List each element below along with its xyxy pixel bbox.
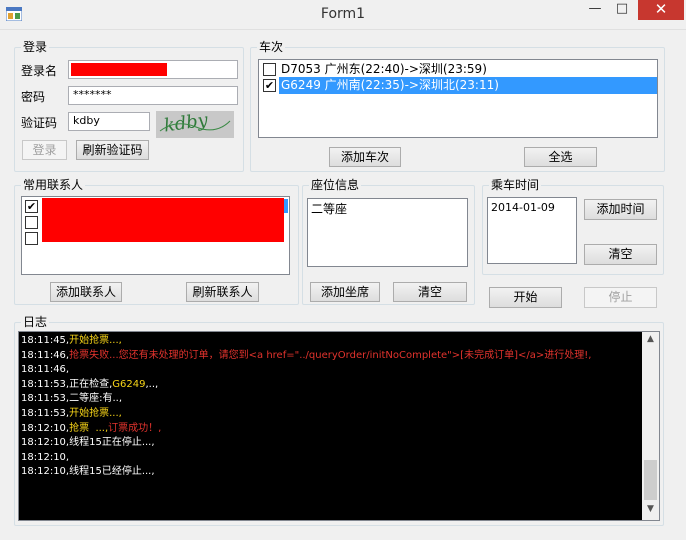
- contacts-group-title: 常用联系人: [21, 177, 86, 193]
- seat-item[interactable]: 二等座: [311, 201, 347, 217]
- refresh-contacts-button[interactable]: 刷新联系人: [186, 282, 259, 302]
- clear-seat-button[interactable]: 清空: [393, 282, 467, 302]
- clear-time-button[interactable]: 清空: [584, 244, 657, 265]
- username-label: 登录名: [21, 64, 58, 78]
- log-segment: 正在检查,: [69, 378, 113, 390]
- train-label-d7053: D7053 广州东(22:40)->深圳(23:59): [281, 62, 487, 76]
- contact-checkbox-3[interactable]: [25, 232, 38, 245]
- log-segment: 18:12:10,: [21, 437, 70, 449]
- log-segment: 订票成功！,: [108, 422, 162, 434]
- log-line: 18:11:53,正在检查,G6249,..,: [21, 378, 641, 393]
- train-checkbox-g6249[interactable]: ✔: [263, 79, 276, 92]
- log-segment: 18:12:10,: [21, 451, 70, 463]
- log-line: 18:11:46,: [21, 363, 641, 378]
- captcha-image[interactable]: kdby: [156, 111, 234, 138]
- seat-group-title: 座位信息: [309, 177, 362, 193]
- log-line: 18:12:10,抢票 ...,订票成功！,: [21, 422, 641, 437]
- log-segment: 18:11:53,: [21, 378, 70, 390]
- log-scroll-thumb[interactable]: [644, 460, 657, 500]
- log-segment: 线程15已经停止...,: [69, 466, 155, 478]
- train-list[interactable]: D7053 广州东(22:40)->深圳(23:59) ✔ G6249 广州南(…: [258, 59, 658, 138]
- close-button[interactable]: ✕: [638, 0, 684, 20]
- contact-checkbox-2[interactable]: [25, 216, 38, 229]
- log-segment: 二等座:有..,: [69, 393, 122, 405]
- captcha-label: 验证码: [21, 116, 58, 130]
- select-all-button[interactable]: 全选: [524, 147, 597, 167]
- log-segment: G6249: [112, 378, 146, 390]
- log-group-title: 日志: [21, 314, 50, 330]
- log-segment: 抢票失败...您还有未处理的订单，请您到<a href="../queryOrd…: [69, 349, 592, 361]
- log-segment: 开始抢票...,: [69, 335, 122, 346]
- log-segment: ,..,: [145, 378, 159, 390]
- train-item-g6249[interactable]: ✔ G6249 广州南(22:35)->深圳北(23:11): [261, 77, 657, 94]
- maximize-button[interactable]: □: [608, 0, 636, 20]
- train-label-g6249: G6249 广州南(22:35)->深圳北(23:11): [279, 77, 657, 94]
- log-scrollbar[interactable]: ▲ ▼: [642, 332, 659, 520]
- log-segment: 18:12:10,: [21, 466, 70, 478]
- log-segment: 18:11:45,: [21, 335, 70, 346]
- log-line: 18:11:53,开始抢票...,: [21, 407, 641, 422]
- log-segment: 18:11:46,: [21, 349, 70, 361]
- log-line: 18:11:53,二等座:有..,: [21, 392, 641, 407]
- seat-list[interactable]: 二等座: [307, 198, 468, 267]
- add-time-button[interactable]: 添加时间: [584, 199, 657, 220]
- add-contact-button[interactable]: 添加联系人: [50, 282, 122, 302]
- log-line: 18:12:10,: [21, 451, 641, 466]
- log-line: 18:11:46,抢票失败...您还有未处理的订单，请您到<a href="..…: [21, 349, 641, 364]
- log-textbox[interactable]: 18:11:45,开始抢票..., 18:11:46,抢票失败...您还有未处理的…: [18, 331, 660, 521]
- log-segment: 18:11:53,: [21, 407, 70, 419]
- contact-checkbox-1[interactable]: ✔: [25, 200, 38, 213]
- contacts-list[interactable]: ✔: [21, 196, 290, 275]
- date-item[interactable]: 2014-01-09: [491, 200, 555, 216]
- stop-button[interactable]: 停止: [584, 287, 657, 308]
- captcha-input[interactable]: kdby: [68, 112, 150, 131]
- login-button[interactable]: 登录: [22, 140, 67, 160]
- date-group-title: 乘车时间: [489, 177, 542, 193]
- login-group-title: 登录: [21, 39, 50, 55]
- add-seat-button[interactable]: 添加坐席: [310, 282, 380, 302]
- log-lines: 18:11:45,开始抢票..., 18:11:46,抢票失败...您还有未处理的…: [21, 334, 641, 480]
- log-segment: 18:12:10,: [21, 422, 70, 434]
- username-input[interactable]: [68, 60, 238, 79]
- contacts-scroll-thumb[interactable]: [284, 199, 288, 213]
- date-list[interactable]: 2014-01-09: [487, 197, 577, 264]
- trains-group-title: 车次: [257, 39, 286, 55]
- log-line: 18:12:10,线程15已经停止...,: [21, 465, 641, 480]
- refresh-captcha-button[interactable]: 刷新验证码: [76, 140, 149, 160]
- start-button[interactable]: 开始: [489, 287, 562, 308]
- log-segment: 18:11:46,: [21, 364, 70, 376]
- add-train-button[interactable]: 添加车次: [329, 147, 401, 167]
- title-bar: Form1 — □ ✕: [0, 0, 686, 30]
- log-line: 18:11:45,开始抢票...,: [21, 334, 641, 349]
- scroll-down-arrow-icon[interactable]: ▼: [642, 504, 659, 518]
- train-checkbox-d7053[interactable]: [263, 63, 276, 76]
- password-label: 密码: [21, 90, 46, 104]
- log-segment: 开始抢票...,: [69, 407, 122, 419]
- scroll-up-arrow-icon[interactable]: ▲: [642, 334, 659, 348]
- log-segment: 18:11:53,: [21, 393, 70, 405]
- log-segment: 抢票 ...,: [69, 422, 109, 434]
- minimize-button[interactable]: —: [582, 0, 608, 20]
- username-redacted: [71, 63, 167, 76]
- password-input[interactable]: *******: [68, 86, 238, 105]
- log-line: 18:12:10,线程15正在停止...,: [21, 436, 641, 451]
- train-item-d7053[interactable]: D7053 广州东(22:40)->深圳(23:59): [261, 61, 657, 78]
- contacts-redacted: [42, 198, 284, 242]
- log-segment: 线程15正在停止...,: [69, 437, 155, 449]
